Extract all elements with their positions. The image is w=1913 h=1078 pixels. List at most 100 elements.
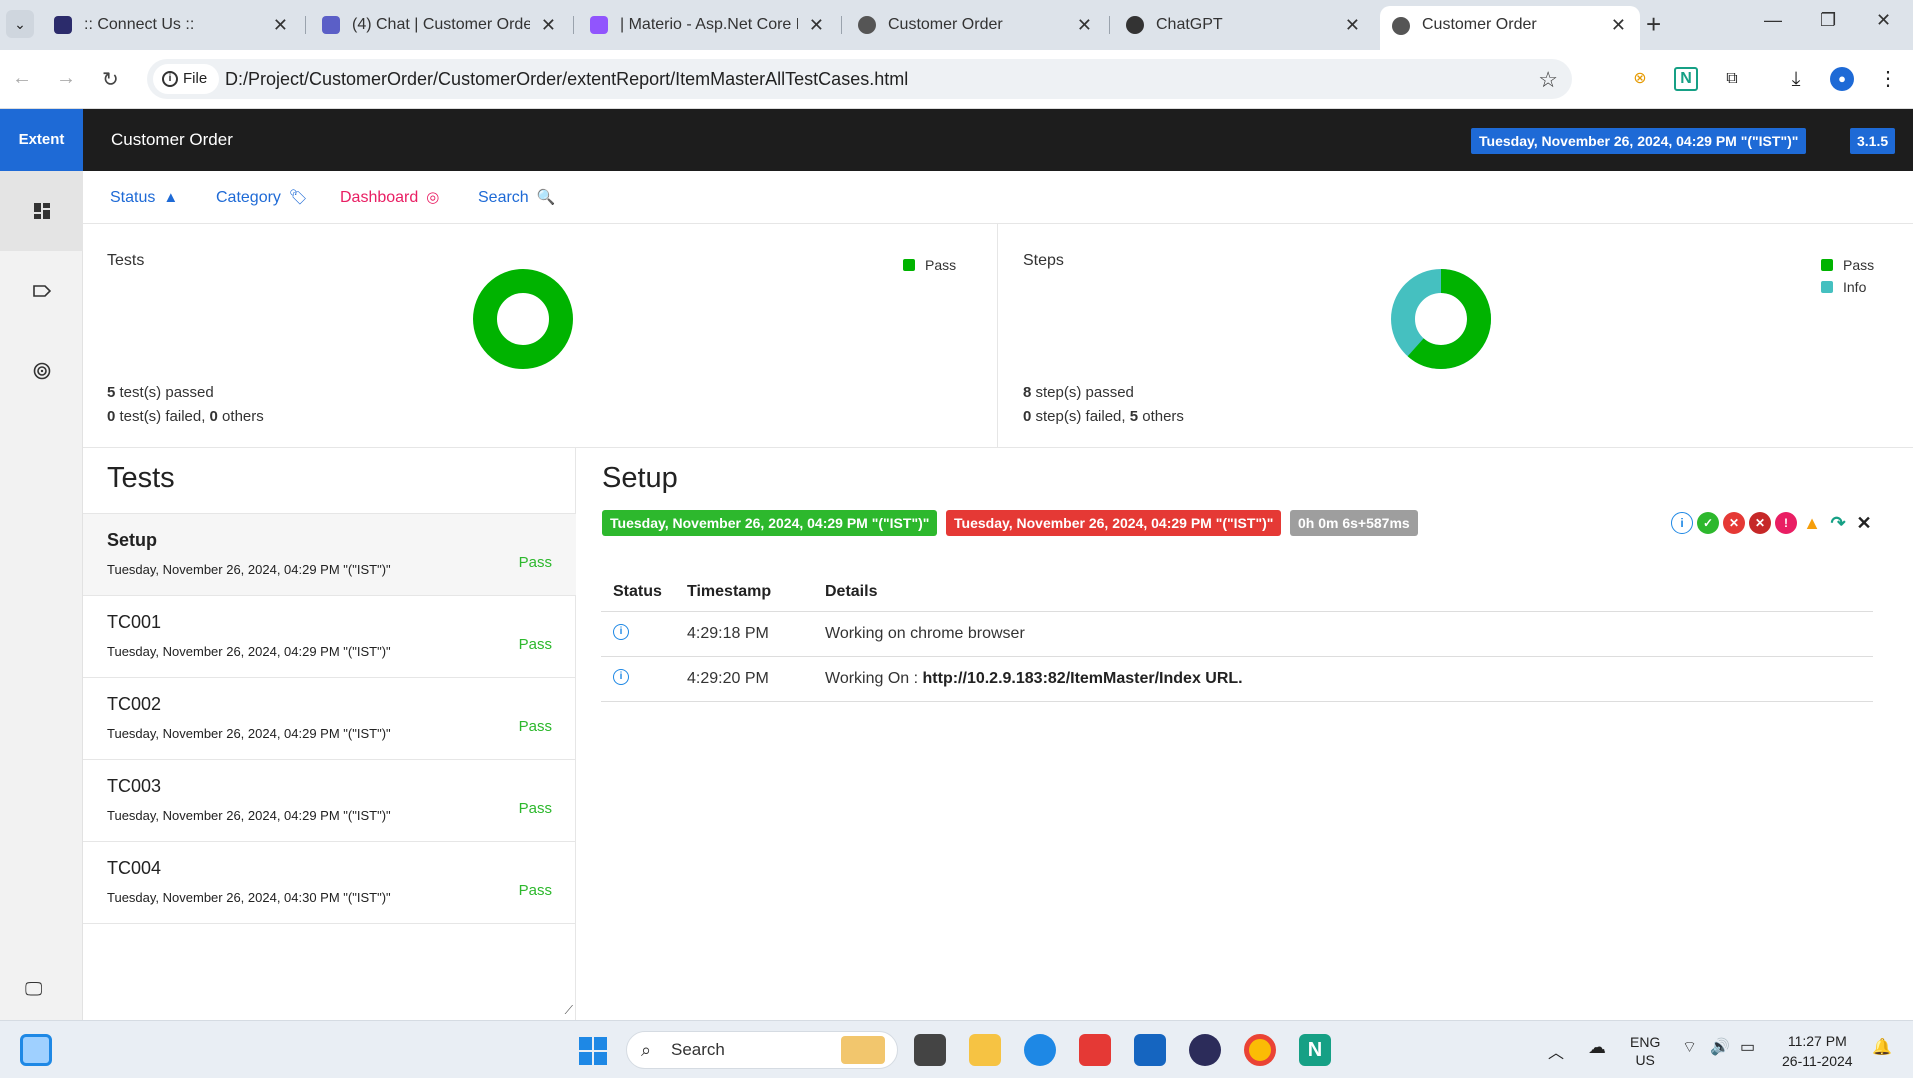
info-icon: i: [613, 624, 629, 640]
browser-tab-bar: ⌄ :: Connect Us :: ✕ (4) Chat | Customer…: [0, 0, 1913, 50]
back-arrow-icon[interactable]: ←: [12, 67, 32, 90]
taskbar-search-box[interactable]: ⌕ Search: [626, 1031, 898, 1069]
extension-n-icon[interactable]: N: [1674, 67, 1698, 91]
skip-filter-icon[interactable]: ↷: [1827, 512, 1849, 534]
extensions-puzzle-icon[interactable]: ⧉: [1720, 67, 1744, 91]
step-timestamp: 4:29:20 PM: [675, 656, 813, 702]
language-indicator[interactable]: ENG US: [1630, 1033, 1660, 1069]
dashboard-link[interactable]: Dashboard ◎: [340, 171, 439, 224]
edge-icon[interactable]: [1024, 1034, 1056, 1066]
test-item-setup[interactable]: Setup Tuesday, November 26, 2024, 04:29 …: [83, 514, 576, 596]
test-item-tc004[interactable]: TC004 Tuesday, November 26, 2024, 04:30 …: [83, 842, 576, 924]
widgets-icon[interactable]: [20, 1034, 52, 1066]
close-tab-icon[interactable]: ✕: [809, 8, 824, 42]
globe-favicon-icon: [858, 16, 876, 34]
resize-handle-icon[interactable]: ⟋: [565, 1003, 573, 1018]
extension-icon[interactable]: ⊗: [1628, 67, 1652, 91]
test-name: TC004: [107, 858, 162, 878]
status-filter[interactable]: Status ▲: [110, 171, 178, 224]
file-explorer-icon[interactable]: [969, 1034, 1001, 1066]
column-details: Details: [813, 573, 1873, 612]
browser-tab[interactable]: Customer Order ✕: [846, 8, 1106, 42]
browser-tab[interactable]: | Materio - Asp.Net Core M ✕: [578, 8, 838, 42]
test-name: TC002: [107, 694, 162, 714]
profile-avatar-icon[interactable]: ●: [1830, 67, 1854, 91]
steps-passed-summary: 8 step(s) passed: [1023, 384, 1134, 401]
fail-filter-icon[interactable]: ✕: [1723, 512, 1745, 534]
browser-tab-active[interactable]: Customer Order ✕: [1380, 6, 1640, 50]
column-timestamp: Timestamp: [675, 573, 813, 612]
dashboard-grid-icon[interactable]: [0, 171, 83, 251]
test-item-tc001[interactable]: TC001 Tuesday, November 26, 2024, 04:29 …: [83, 596, 576, 678]
search-icon: ⌕: [641, 1040, 652, 1060]
monitor-icon[interactable]: 🖵: [25, 979, 42, 1000]
close-tab-icon[interactable]: ✕: [1345, 8, 1360, 42]
legend-item-pass[interactable]: Pass: [1821, 254, 1874, 276]
test-item-tc003[interactable]: TC003 Tuesday, November 26, 2024, 04:29 …: [83, 760, 576, 842]
end-time-badge: Tuesday, November 26, 2024, 04:29 PM "("…: [946, 510, 1282, 536]
windows-start-icon[interactable]: [578, 1036, 608, 1066]
pass-filter-icon[interactable]: ✓: [1697, 512, 1719, 534]
task-view-icon[interactable]: [914, 1034, 946, 1066]
app-n-icon[interactable]: N: [1299, 1034, 1331, 1066]
restore-icon[interactable]: ❐: [1820, 10, 1836, 31]
test-time: Tuesday, November 26, 2024, 04:29 PM "("…: [107, 726, 391, 741]
pass-segment: [473, 269, 573, 369]
warning-filter-icon[interactable]: ▲: [1801, 512, 1823, 534]
tests-failed-summary: 0 test(s) failed, 0 others: [107, 408, 264, 425]
browser-tab[interactable]: (4) Chat | Customer Order | ✕: [310, 8, 570, 42]
reload-icon[interactable]: ↻: [102, 67, 119, 92]
browser-tab[interactable]: ChatGPT ✕: [1114, 8, 1374, 42]
site-info-chip[interactable]: i File: [153, 64, 219, 94]
tag-icon[interactable]: [0, 251, 83, 331]
category-filter[interactable]: Category 🏷: [216, 171, 308, 224]
info-filter-icon[interactable]: i: [1671, 512, 1693, 534]
address-bar: ← → ↻ i File D:/Project/CustomerOrder/Cu…: [0, 50, 1913, 109]
url-text[interactable]: D:/Project/CustomerOrder/CustomerOrder/e…: [225, 59, 908, 99]
fatal-filter-icon[interactable]: ✕: [1749, 512, 1771, 534]
notification-bell-icon[interactable]: 🔔: [1872, 1037, 1892, 1057]
legend-item-info[interactable]: Info: [1821, 276, 1874, 298]
dashboard-target-icon[interactable]: [0, 331, 83, 411]
clock[interactable]: 11:27 PM 26-11-2024: [1782, 1031, 1853, 1071]
wps-office-icon[interactable]: [1079, 1034, 1111, 1066]
teams-favicon-icon: [322, 16, 340, 34]
steps-summary-card: Steps Pass Info 8 step(s) passed 0 step(…: [999, 224, 1913, 447]
clear-filter-icon[interactable]: ✕: [1853, 512, 1875, 534]
close-tab-icon[interactable]: ✕: [541, 8, 556, 42]
notepad-icon[interactable]: [1134, 1034, 1166, 1066]
report-date-badge: Tuesday, November 26, 2024, 04:29 PM "("…: [1471, 128, 1807, 154]
download-icon[interactable]: ⤓: [1784, 67, 1808, 91]
battery-icon[interactable]: ▭: [1740, 1037, 1755, 1057]
close-tab-icon[interactable]: ✕: [273, 8, 288, 42]
dashboard-link-label: Dashboard: [340, 189, 419, 206]
error-filter-icon[interactable]: !: [1775, 512, 1797, 534]
legend-item-pass[interactable]: Pass: [903, 254, 956, 276]
forward-arrow-icon[interactable]: →: [56, 67, 76, 90]
minimize-icon[interactable]: —: [1764, 10, 1782, 31]
omnibox[interactable]: i File D:/Project/CustomerOrder/Customer…: [147, 59, 1572, 99]
wifi-icon[interactable]: ⌔: [1682, 1037, 1697, 1057]
more-menu-icon[interactable]: ⋮: [1876, 67, 1900, 91]
tray-chevron-up-icon[interactable]: ︿: [1548, 1039, 1564, 1063]
bookmark-star-icon[interactable]: ☆: [1538, 67, 1558, 93]
tests-heading: Tests: [107, 462, 175, 494]
new-tab-plus-icon[interactable]: +: [1646, 10, 1661, 38]
test-item-tc002[interactable]: TC002 Tuesday, November 26, 2024, 04:29 …: [83, 678, 576, 760]
close-window-icon[interactable]: ✕: [1876, 10, 1891, 31]
close-tab-icon[interactable]: ✕: [1611, 6, 1626, 44]
browser-tab[interactable]: :: Connect Us :: ✕: [42, 8, 302, 42]
tab-search-chevron-icon[interactable]: ⌄: [6, 10, 34, 38]
detail-title: Setup: [602, 462, 678, 494]
search-link[interactable]: Search 🔍: [478, 171, 555, 224]
onedrive-cloud-icon[interactable]: ☁: [1588, 1037, 1606, 1058]
tab-title: :: Connect Us ::: [84, 16, 195, 33]
test-name: Setup: [107, 530, 158, 550]
chrome-icon[interactable]: [1244, 1034, 1276, 1066]
test-status: Pass: [518, 882, 552, 899]
tab-title: Customer Order: [1422, 16, 1537, 33]
close-tab-icon[interactable]: ✕: [1077, 8, 1092, 42]
eclipse-icon[interactable]: [1189, 1034, 1221, 1066]
report-title: Customer Order: [111, 130, 233, 149]
volume-icon[interactable]: 🔊: [1710, 1037, 1730, 1057]
